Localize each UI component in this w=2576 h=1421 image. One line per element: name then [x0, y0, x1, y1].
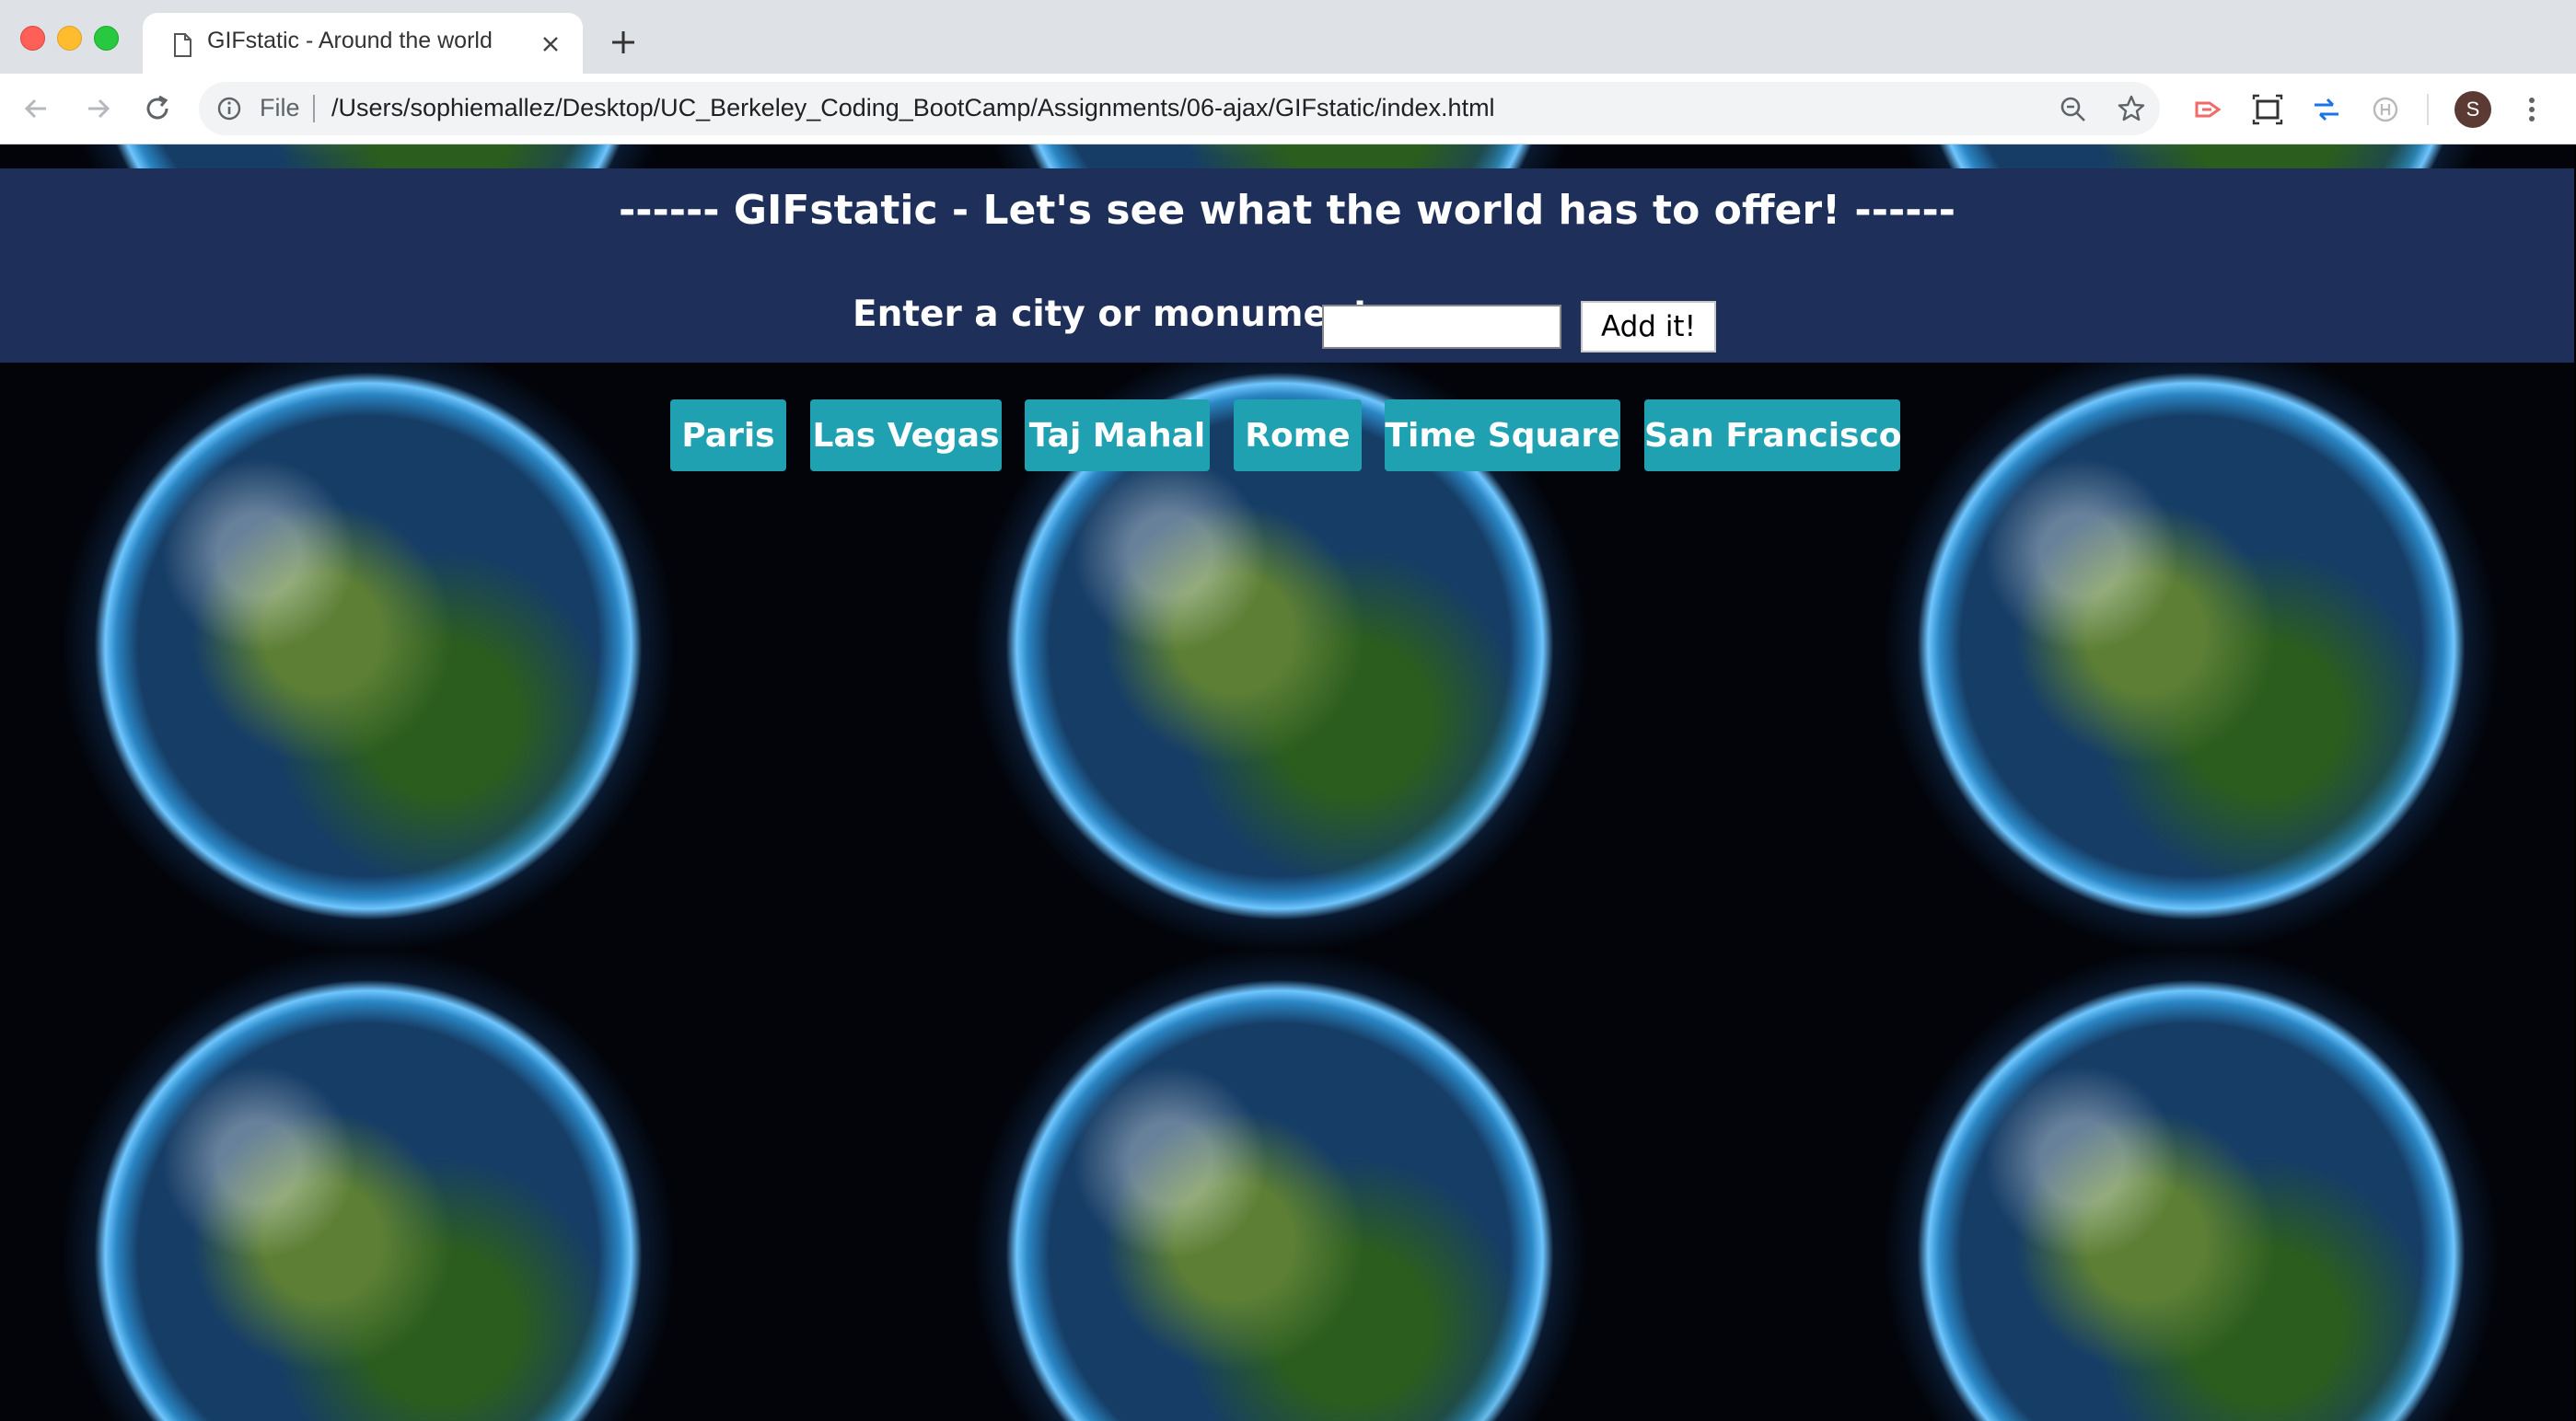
window-maximize-icon[interactable] [94, 26, 119, 51]
place-button-paris[interactable]: Paris [670, 399, 786, 471]
browser-tab[interactable]: GIFstatic - Around the world [143, 13, 583, 74]
zoom-icon[interactable] [2059, 95, 2088, 124]
document-icon [174, 33, 191, 57]
close-icon[interactable] [539, 32, 563, 56]
url-divider [313, 95, 315, 122]
browser-toolbar: File /Users/sophiemallez/Desktop/UC_Berk… [0, 74, 2576, 144]
place-button-san-francisco[interactable]: San Francisco [1644, 399, 1902, 471]
forward-icon[interactable] [81, 91, 116, 126]
city-input[interactable] [1322, 305, 1561, 349]
extension-transfer-icon[interactable] [2309, 92, 2344, 127]
menu-icon[interactable] [2523, 92, 2541, 127]
info-icon[interactable] [215, 95, 243, 122]
place-buttons: Paris Las Vegas Taj Mahal Rome Time Squa… [0, 399, 2574, 473]
place-button-time-square[interactable]: Time Square [1385, 399, 1620, 471]
window-close-icon[interactable] [20, 26, 45, 51]
bookmark-star-icon[interactable] [2116, 93, 2147, 124]
extension-cast-icon[interactable] [2191, 92, 2226, 127]
toolbar-divider [2427, 94, 2429, 125]
address-bar[interactable]: File /Users/sophiemallez/Desktop/UC_Berk… [199, 82, 2160, 135]
place-button-taj-mahal[interactable]: Taj Mahal [1025, 399, 1210, 471]
new-tab-icon[interactable] [608, 27, 639, 58]
header-band: ------ GIFstatic - Let's see what the wo… [0, 168, 2574, 363]
extension-screenshot-icon[interactable] [2250, 92, 2285, 127]
city-input-label: Enter a city or monument [853, 294, 1371, 335]
url-text[interactable]: /Users/sophiemallez/Desktop/UC_Berkeley_… [331, 94, 1495, 122]
back-icon[interactable] [18, 91, 53, 126]
profile-avatar[interactable]: S [2454, 91, 2491, 128]
extension-circle-icon[interactable] [2368, 92, 2403, 127]
browser-tab-bar: GIFstatic - Around the world [0, 0, 2576, 74]
place-button-rome[interactable]: Rome [1234, 399, 1362, 471]
url-scheme: File [260, 94, 300, 121]
page-viewport: ------ GIFstatic - Let's see what the wo… [0, 144, 2574, 1421]
add-city-button[interactable]: Add it! [1581, 301, 1716, 352]
window-minimize-icon[interactable] [57, 26, 82, 51]
place-button-las-vegas[interactable]: Las Vegas [810, 399, 1002, 471]
tab-title: GIFstatic - Around the world [207, 28, 493, 53]
reload-icon[interactable] [140, 91, 175, 126]
page-title: ------ GIFstatic - Let's see what the wo… [619, 187, 1955, 234]
